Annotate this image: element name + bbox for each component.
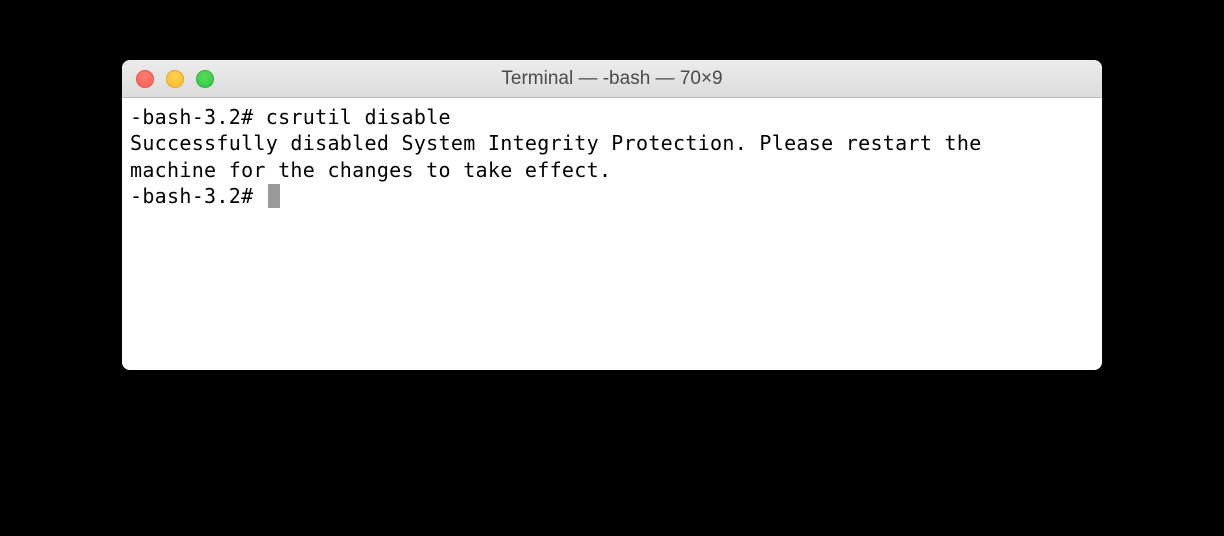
traffic-lights: [122, 70, 214, 88]
title-bar[interactable]: Terminal — -bash — 70×9: [122, 60, 1102, 98]
terminal-content[interactable]: -bash-3.2# csrutil disableSuccessfully d…: [122, 98, 1102, 370]
window-title: Terminal — -bash — 70×9: [122, 68, 1102, 90]
terminal-line: -bash-3.2#: [130, 183, 1094, 209]
zoom-button[interactable]: [196, 70, 214, 88]
terminal-output: machine for the changes to take effect.: [130, 157, 1094, 183]
shell-prompt: -bash-3.2#: [130, 105, 266, 129]
command-text: csrutil disable: [266, 105, 451, 129]
terminal-window: Terminal — -bash — 70×9 -bash-3.2# csrut…: [122, 60, 1102, 370]
cursor-icon: [268, 184, 280, 208]
terminal-output: Successfully disabled System Integrity P…: [130, 130, 1094, 156]
minimize-button[interactable]: [166, 70, 184, 88]
terminal-line: -bash-3.2# csrutil disable: [130, 104, 1094, 130]
close-button[interactable]: [136, 70, 154, 88]
shell-prompt: -bash-3.2#: [130, 183, 266, 209]
